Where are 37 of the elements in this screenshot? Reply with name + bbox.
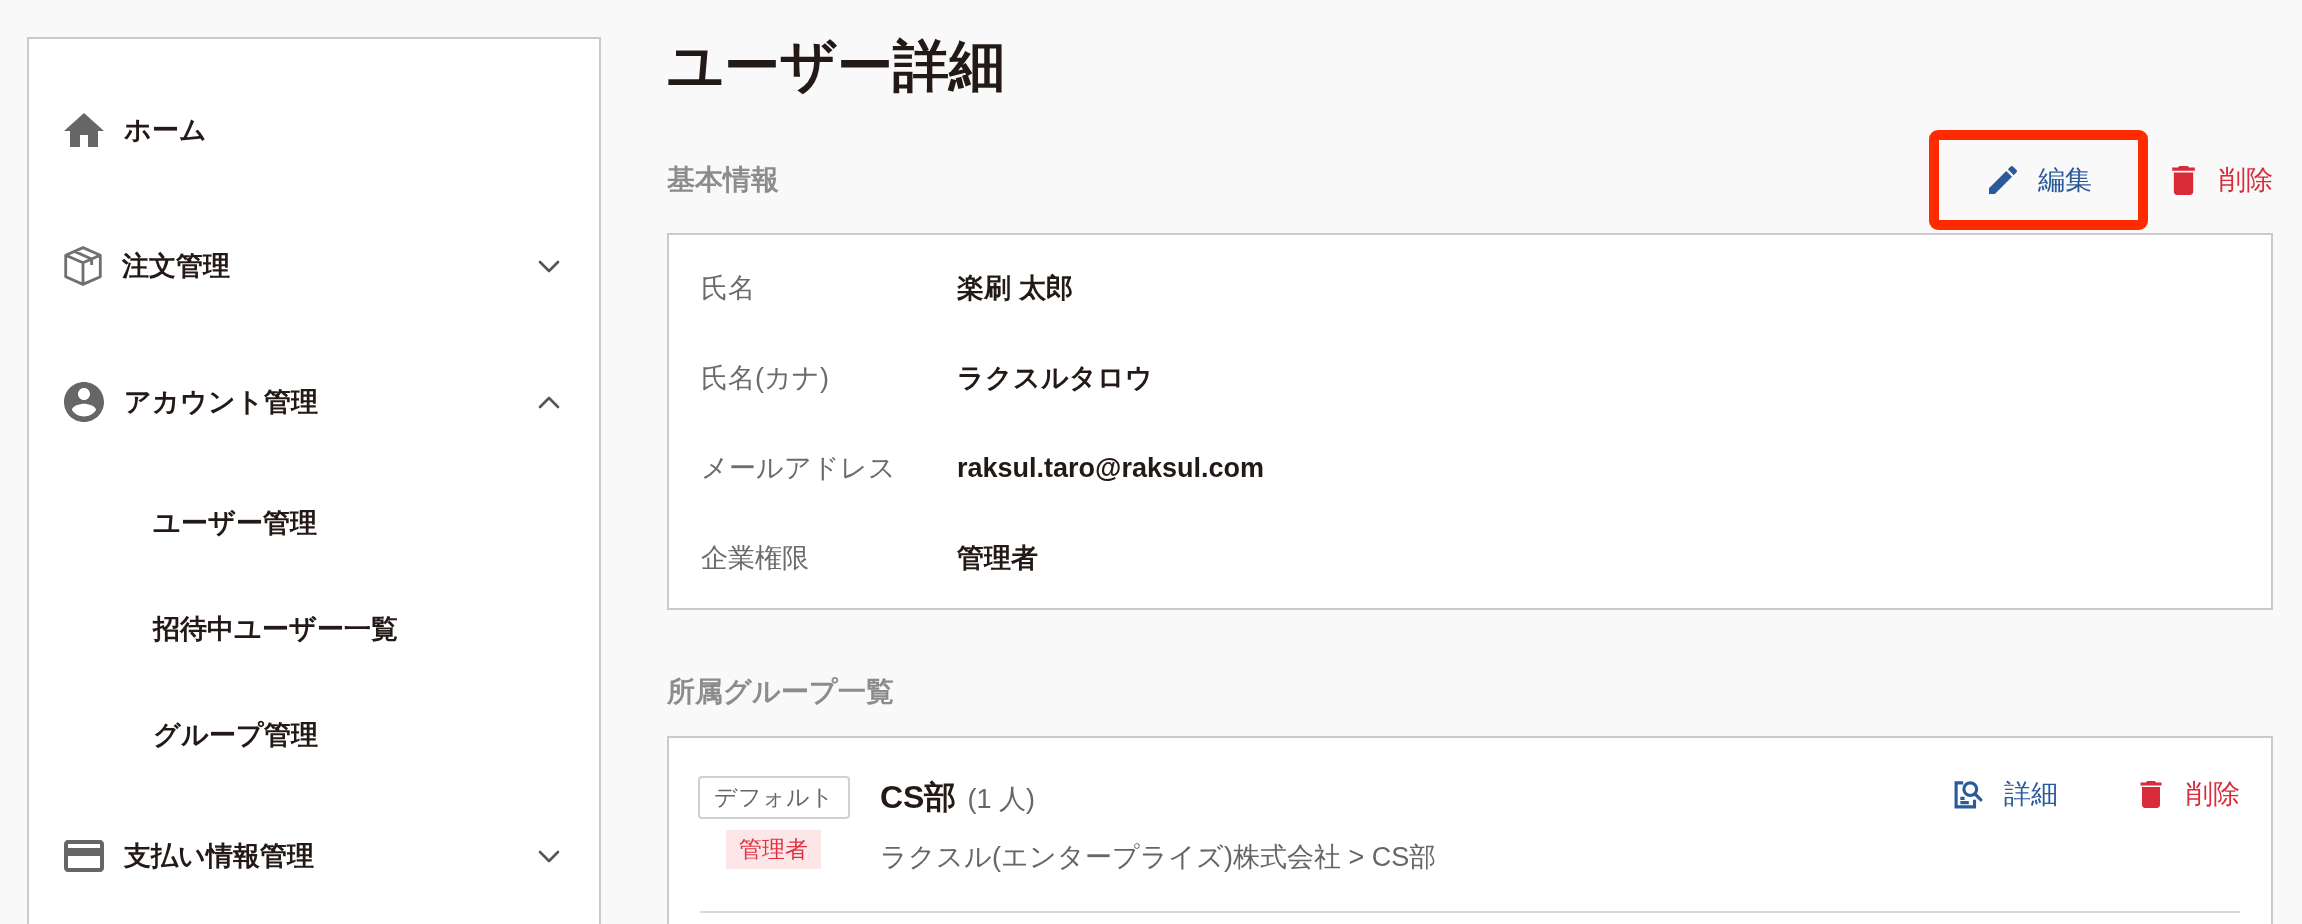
chevron-up-icon[interactable] bbox=[538, 395, 560, 409]
document-search-icon bbox=[1954, 779, 1983, 809]
delete-button[interactable]: 削除 bbox=[2172, 154, 2273, 206]
sidebar-item[interactable]: アカウント管理 bbox=[64, 382, 318, 422]
role-tag: 管理者 bbox=[726, 830, 821, 869]
delete-button[interactable]: 削除 bbox=[2140, 774, 2240, 814]
field-label: メールアドレス bbox=[701, 452, 896, 485]
sidebar-item[interactable]: 支払い情報管理 bbox=[64, 838, 314, 874]
field-value: ラクスルタロウ bbox=[957, 362, 1153, 395]
sidebar-subitem[interactable]: グループ管理 bbox=[153, 717, 318, 753]
credit-card-icon bbox=[64, 840, 104, 872]
field-label: 氏名 bbox=[701, 272, 755, 305]
box-icon bbox=[64, 246, 102, 286]
group-path: ラクスル(エンタープライズ)株式会社 > CS部 bbox=[880, 841, 1437, 874]
group-name: CS部 bbox=[880, 778, 957, 817]
sidebar-item[interactable]: ホーム bbox=[64, 112, 207, 148]
member-count: (1 人) bbox=[967, 783, 1035, 816]
section-heading: 基本情報 bbox=[667, 163, 779, 197]
sidebar-subitem[interactable]: ユーザー管理 bbox=[153, 505, 317, 541]
field-label: 企業権限 bbox=[701, 542, 809, 575]
chevron-down-icon[interactable] bbox=[538, 849, 560, 863]
trash-icon bbox=[2172, 165, 2195, 195]
section-heading: 所属グループ一覧 bbox=[667, 675, 894, 709]
field-value: 管理者 bbox=[957, 542, 1038, 575]
pencil-icon bbox=[1989, 166, 2017, 194]
default-tag: デフォルト bbox=[697, 776, 850, 819]
home-icon bbox=[64, 113, 104, 147]
detail-button[interactable]: 詳細 bbox=[1954, 774, 2058, 814]
page-title: ユーザー詳細 bbox=[667, 33, 1005, 99]
sidebar-subitem[interactable]: 招待中ユーザー一覧 bbox=[153, 611, 398, 647]
sidebar-item[interactable]: 注文管理 bbox=[64, 246, 230, 286]
trash-icon bbox=[2140, 780, 2162, 808]
field-value: raksul.taro@raksul.com bbox=[957, 452, 1264, 485]
field-label: 氏名(カナ) bbox=[701, 362, 829, 395]
field-value: 楽刷 太郎 bbox=[957, 272, 1073, 305]
edit-button[interactable]: 編集 bbox=[1975, 140, 2106, 220]
chevron-down-icon[interactable] bbox=[538, 259, 560, 273]
